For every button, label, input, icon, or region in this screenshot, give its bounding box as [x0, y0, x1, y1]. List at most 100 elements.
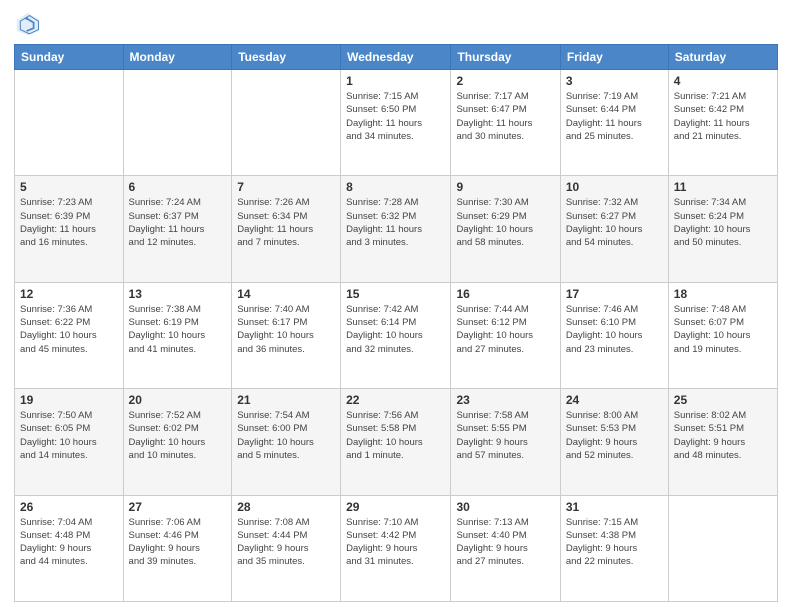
day-number: 8: [346, 180, 445, 194]
calendar-cell: 16 Sunrise: 7:44 AM Sunset: 6:12 PM Dayli…: [451, 282, 560, 388]
day-number: 25: [674, 393, 772, 407]
calendar-cell: 14 Sunrise: 7:40 AM Sunset: 6:17 PM Dayli…: [232, 282, 341, 388]
calendar-cell: 4 Sunrise: 7:21 AM Sunset: 6:42 PM Daylig…: [668, 70, 777, 176]
day-info: Sunrise: 7:34 AM Sunset: 6:24 PM Dayligh…: [674, 196, 772, 249]
day-number: 19: [20, 393, 118, 407]
calendar-cell: 2 Sunrise: 7:17 AM Sunset: 6:47 PM Daylig…: [451, 70, 560, 176]
calendar-cell: 9 Sunrise: 7:30 AM Sunset: 6:29 PM Daylig…: [451, 176, 560, 282]
day-number: 26: [20, 500, 118, 514]
calendar-cell: 23 Sunrise: 7:58 AM Sunset: 5:55 PM Dayli…: [451, 389, 560, 495]
calendar-cell: 30Sunrise: 7:13 AM Sunset: 4:40 PM Dayli…: [451, 495, 560, 601]
calendar-cell: [232, 70, 341, 176]
weekday-header-friday: Friday: [560, 45, 668, 70]
day-info: Sunrise: 7:56 AM Sunset: 5:58 PM Dayligh…: [346, 409, 445, 462]
day-number: 16: [456, 287, 554, 301]
day-info: Sunrise: 8:02 AM Sunset: 5:51 PM Dayligh…: [674, 409, 772, 462]
calendar-week-5: 26 Sunrise: 7:04 AM Sunset: 4:48 PM Dayli…: [15, 495, 778, 601]
calendar-cell: 31 Sunrise: 7:15 AM Sunset: 4:38 PM Dayli…: [560, 495, 668, 601]
calendar-cell: 13 Sunrise: 7:38 AM Sunset: 6:19 PM Dayli…: [123, 282, 232, 388]
calendar-cell: 6 Sunrise: 7:24 AM Sunset: 6:37 PM Daylig…: [123, 176, 232, 282]
day-info: Sunrise: 7:48 AM Sunset: 6:07 PM Dayligh…: [674, 303, 772, 356]
calendar-cell: 20Sunrise: 7:52 AM Sunset: 6:02 PM Dayli…: [123, 389, 232, 495]
weekday-header-sunday: Sunday: [15, 45, 124, 70]
day-number: 24: [566, 393, 663, 407]
day-info: Sunrise: 7:24 AM Sunset: 6:37 PM Dayligh…: [129, 196, 227, 249]
day-info: Sunrise: 7:21 AM Sunset: 6:42 PM Dayligh…: [674, 90, 772, 143]
day-info: Sunrise: 7:19 AM Sunset: 6:44 PM Dayligh…: [566, 90, 663, 143]
day-number: 12: [20, 287, 118, 301]
calendar-cell: 19 Sunrise: 7:50 AM Sunset: 6:05 PM Dayli…: [15, 389, 124, 495]
calendar-cell: 5 Sunrise: 7:23 AM Sunset: 6:39 PM Daylig…: [15, 176, 124, 282]
day-number: 27: [129, 500, 227, 514]
calendar-table: SundayMondayTuesdayWednesdayThursdayFrid…: [14, 44, 778, 602]
calendar-cell: 22Sunrise: 7:56 AM Sunset: 5:58 PM Dayli…: [341, 389, 451, 495]
day-info: Sunrise: 7:32 AM Sunset: 6:27 PM Dayligh…: [566, 196, 663, 249]
calendar-cell: 25 Sunrise: 8:02 AM Sunset: 5:51 PM Dayli…: [668, 389, 777, 495]
day-number: 29: [346, 500, 445, 514]
calendar-cell: 26 Sunrise: 7:04 AM Sunset: 4:48 PM Dayli…: [15, 495, 124, 601]
weekday-header-thursday: Thursday: [451, 45, 560, 70]
day-info: Sunrise: 7:40 AM Sunset: 6:17 PM Dayligh…: [237, 303, 335, 356]
day-info: Sunrise: 7:23 AM Sunset: 6:39 PM Dayligh…: [20, 196, 118, 249]
calendar-cell: 24 Sunrise: 8:00 AM Sunset: 5:53 PM Dayli…: [560, 389, 668, 495]
day-info: Sunrise: 7:42 AM Sunset: 6:14 PM Dayligh…: [346, 303, 445, 356]
day-info: Sunrise: 7:10 AM Sunset: 4:42 PM Dayligh…: [346, 516, 445, 569]
day-info: Sunrise: 7:26 AM Sunset: 6:34 PM Dayligh…: [237, 196, 335, 249]
day-number: 7: [237, 180, 335, 194]
calendar-cell: 11Sunrise: 7:34 AM Sunset: 6:24 PM Dayli…: [668, 176, 777, 282]
day-info: Sunrise: 7:06 AM Sunset: 4:46 PM Dayligh…: [129, 516, 227, 569]
day-number: 10: [566, 180, 663, 194]
day-info: Sunrise: 7:15 AM Sunset: 6:50 PM Dayligh…: [346, 90, 445, 143]
calendar-body: 1 Sunrise: 7:15 AM Sunset: 6:50 PM Daylig…: [15, 70, 778, 602]
calendar-cell: 29 Sunrise: 7:10 AM Sunset: 4:42 PM Dayli…: [341, 495, 451, 601]
day-number: 23: [456, 393, 554, 407]
calendar-week-1: 1 Sunrise: 7:15 AM Sunset: 6:50 PM Daylig…: [15, 70, 778, 176]
day-number: 1: [346, 74, 445, 88]
calendar-week-3: 12Sunrise: 7:36 AM Sunset: 6:22 PM Dayli…: [15, 282, 778, 388]
calendar-cell: 21Sunrise: 7:54 AM Sunset: 6:00 PM Dayli…: [232, 389, 341, 495]
day-info: Sunrise: 7:08 AM Sunset: 4:44 PM Dayligh…: [237, 516, 335, 569]
day-number: 13: [129, 287, 227, 301]
day-info: Sunrise: 7:52 AM Sunset: 6:02 PM Dayligh…: [129, 409, 227, 462]
day-number: 30: [456, 500, 554, 514]
day-number: 2: [456, 74, 554, 88]
calendar-cell: [668, 495, 777, 601]
day-number: 6: [129, 180, 227, 194]
calendar-cell: 8 Sunrise: 7:28 AM Sunset: 6:32 PM Daylig…: [341, 176, 451, 282]
day-info: Sunrise: 7:38 AM Sunset: 6:19 PM Dayligh…: [129, 303, 227, 356]
calendar-header: SundayMondayTuesdayWednesdayThursdayFrid…: [15, 45, 778, 70]
calendar-week-4: 19 Sunrise: 7:50 AM Sunset: 6:05 PM Dayli…: [15, 389, 778, 495]
day-info: Sunrise: 7:44 AM Sunset: 6:12 PM Dayligh…: [456, 303, 554, 356]
logo-icon: [14, 10, 42, 38]
day-info: Sunrise: 7:15 AM Sunset: 4:38 PM Dayligh…: [566, 516, 663, 569]
calendar-cell: [15, 70, 124, 176]
day-info: Sunrise: 7:04 AM Sunset: 4:48 PM Dayligh…: [20, 516, 118, 569]
day-number: 15: [346, 287, 445, 301]
day-info: Sunrise: 7:58 AM Sunset: 5:55 PM Dayligh…: [456, 409, 554, 462]
calendar-cell: 7 Sunrise: 7:26 AM Sunset: 6:34 PM Daylig…: [232, 176, 341, 282]
day-info: Sunrise: 7:17 AM Sunset: 6:47 PM Dayligh…: [456, 90, 554, 143]
day-info: Sunrise: 7:28 AM Sunset: 6:32 PM Dayligh…: [346, 196, 445, 249]
day-info: Sunrise: 7:50 AM Sunset: 6:05 PM Dayligh…: [20, 409, 118, 462]
day-number: 14: [237, 287, 335, 301]
calendar-cell: [123, 70, 232, 176]
day-number: 5: [20, 180, 118, 194]
day-number: 4: [674, 74, 772, 88]
logo: [14, 10, 46, 38]
day-number: 31: [566, 500, 663, 514]
day-number: 3: [566, 74, 663, 88]
day-number: 21: [237, 393, 335, 407]
day-info: Sunrise: 8:00 AM Sunset: 5:53 PM Dayligh…: [566, 409, 663, 462]
day-number: 18: [674, 287, 772, 301]
day-number: 9: [456, 180, 554, 194]
day-number: 28: [237, 500, 335, 514]
calendar-cell: 15 Sunrise: 7:42 AM Sunset: 6:14 PM Dayli…: [341, 282, 451, 388]
weekday-row: SundayMondayTuesdayWednesdayThursdayFrid…: [15, 45, 778, 70]
header: [14, 10, 778, 38]
weekday-header-wednesday: Wednesday: [341, 45, 451, 70]
calendar-cell: 3 Sunrise: 7:19 AM Sunset: 6:44 PM Daylig…: [560, 70, 668, 176]
day-number: 17: [566, 287, 663, 301]
day-info: Sunrise: 7:30 AM Sunset: 6:29 PM Dayligh…: [456, 196, 554, 249]
weekday-header-saturday: Saturday: [668, 45, 777, 70]
weekday-header-monday: Monday: [123, 45, 232, 70]
